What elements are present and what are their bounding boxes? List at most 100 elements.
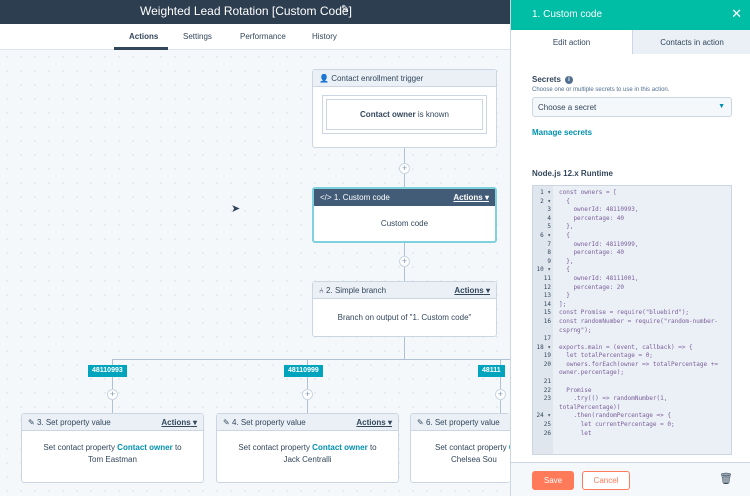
owner-value: Chelsea Sou <box>451 455 497 464</box>
code-line: 2 ▾ { <box>540 197 570 205</box>
pencil-icon[interactable]: ✎ <box>341 4 349 15</box>
add-action-plus-icon[interactable]: + <box>495 389 506 400</box>
owner-value: Jack Centralli <box>283 455 332 464</box>
branch-tag[interactable]: 48110993 <box>88 365 127 377</box>
person-icon: 👤 <box>319 74 329 83</box>
code-line: 25 let currentPercentage = 0; <box>543 421 675 429</box>
set-property-body: Set contact property C Chelsea Sou <box>435 443 510 464</box>
code-line: owner.percentage); <box>559 369 625 377</box>
tab-settings[interactable]: Settings <box>183 32 212 41</box>
cancel-button[interactable]: Cancel <box>582 471 630 490</box>
chevron-down-icon: ▼ <box>718 103 725 110</box>
trigger-title: Contact enrollment trigger <box>331 74 424 83</box>
set-property-node[interactable]: ✎ 6. Set property value Set contact prop… <box>410 413 510 483</box>
set-property-actions-menu[interactable]: Actions ▾ <box>356 418 392 427</box>
set-property-body: Set contact property Contact owner to To… <box>43 443 182 464</box>
code-line: 18 ▾ exports.main = (event, callback) => … <box>536 343 693 351</box>
code-line: 26 let <box>543 429 592 437</box>
code-line: 1 ▾ const owners = [ <box>540 189 617 196</box>
runtime-label: Node.js 12.x Runtime <box>532 169 613 178</box>
mouse-cursor-icon: ➤ <box>231 203 241 215</box>
set-property-node[interactable]: ✎ 3. Set property value Actions ▾ Set co… <box>21 413 204 483</box>
code-line: 19 let totalPercentage = 0; <box>543 352 653 360</box>
simple-branch-node[interactable]: ⑃ 2. Simple branch Actions ▾ Branch on o… <box>312 281 497 337</box>
trash-icon[interactable]: 🗑 <box>719 472 733 485</box>
set-property-title: 3. Set property value <box>36 418 111 427</box>
workflow-header: Weighted Lead Rotation [Custom Code] ✎ <box>0 0 510 24</box>
custom-code-node[interactable]: </> 1. Custom code Actions ▾ Custom code <box>312 187 497 243</box>
workflow-tabs: Actions Settings Performance History <box>0 24 510 50</box>
tab-contacts-in-action[interactable]: Contacts in action <box>632 30 750 54</box>
info-icon[interactable]: i <box>564 76 573 84</box>
code-line: totalPercentage)) <box>559 403 621 411</box>
branch-actions-menu[interactable]: Actions ▾ <box>454 286 490 295</box>
trigger-property: Contact owner <box>360 110 416 119</box>
code-lines: 1 ▾ const owners = [2 ▾ {3 ownerId: 48110… <box>533 186 731 438</box>
code-line: 8 percentage: 40 <box>547 249 625 257</box>
add-action-plus-icon[interactable]: + <box>399 163 410 174</box>
custom-code-actions-menu[interactable]: Actions ▾ <box>453 193 489 202</box>
workflow-canvas[interactable]: + + + + + 👤 Contact enrollment trigger C… <box>0 50 510 496</box>
action-editor-panel: 1. Custom code ✕ Edit action Contacts in… <box>510 0 750 496</box>
custom-code-body: Custom code <box>380 219 429 228</box>
set-property-header: ✎ 4. Set property value Actions ▾ <box>217 414 398 431</box>
code-line: csprng"); <box>559 326 592 334</box>
code-line: 16 const randomNumber = require("random-n… <box>543 317 718 325</box>
code-editor[interactable]: 1 ▾ const owners = [2 ▾ {3 ownerId: 48110… <box>532 185 732 455</box>
set-property-body: Set contact property Contact owner to Ja… <box>238 443 377 464</box>
panel-footer: Save Cancel 🗑 <box>511 462 750 496</box>
panel-tabs: Edit action Contacts in action <box>511 30 750 54</box>
add-action-plus-icon[interactable]: + <box>107 389 118 400</box>
code-line: 9 }, <box>547 257 574 265</box>
set-property-actions-menu[interactable]: Actions ▾ <box>161 418 197 427</box>
set-property-header: ✎ 6. Set property value <box>411 414 510 431</box>
edit-property-icon: ✎ <box>417 418 424 427</box>
branch-connector <box>112 359 510 360</box>
code-line: 14]; <box>543 300 567 308</box>
code-line: 6 ▾ { <box>540 231 570 239</box>
set-property-title: 6. Set property value <box>425 418 500 427</box>
branch-tag[interactable]: 48110999 <box>284 365 323 377</box>
code-line: 13 } <box>543 292 570 300</box>
enrollment-trigger-node[interactable]: 👤 Contact enrollment trigger Contact own… <box>312 69 497 148</box>
panel-title: 1. Custom code <box>532 9 603 20</box>
secrets-help-text: Choose one or multiple secrets to use in… <box>532 87 670 93</box>
set-property-title: 4. Set property value <box>231 418 306 427</box>
code-icon: </> <box>320 193 332 202</box>
branch-tag[interactable]: 48111 <box>478 365 505 377</box>
set-property-node[interactable]: ✎ 4. Set property value Actions ▾ Set co… <box>216 413 399 483</box>
code-line: 15 const Promise = require("bluebird"); <box>543 309 690 317</box>
secrets-select[interactable]: Choose a secret ▼ <box>532 97 732 117</box>
trigger-criteria-box: Contact owner is known <box>322 95 487 134</box>
save-button[interactable]: Save <box>532 471 574 490</box>
add-action-plus-icon[interactable]: + <box>399 256 410 267</box>
custom-code-title: 1. Custom code <box>333 193 390 202</box>
code-line: 7 ownerId: 48110999, <box>547 240 639 248</box>
manage-secrets-link[interactable]: Manage secrets <box>532 128 592 137</box>
tab-performance[interactable]: Performance <box>240 32 286 41</box>
edit-property-icon: ✎ <box>223 418 230 427</box>
edit-property-icon: ✎ <box>28 418 35 427</box>
set-property-header: ✎ 3. Set property value Actions ▾ <box>22 414 203 431</box>
code-line: 24 ▾ .then(randomPercentage => { <box>536 412 671 420</box>
tab-edit-action[interactable]: Edit action <box>511 30 632 54</box>
code-line: 23 .try(() => randomNumber(1, <box>543 395 668 403</box>
code-line: 4 percentage: 40 <box>547 214 625 222</box>
code-line: 5 }, <box>547 223 574 231</box>
workflow-title[interactable]: Weighted Lead Rotation [Custom Code] <box>140 4 352 18</box>
custom-code-header: </> 1. Custom code Actions ▾ <box>314 189 495 206</box>
trigger-condition: is known <box>415 110 449 119</box>
code-line: 3 ownerId: 48110993, <box>547 206 639 214</box>
owner-value: Tom Eastman <box>88 455 137 464</box>
secrets-label: Secrets i <box>532 75 573 84</box>
trigger-header: 👤 Contact enrollment trigger <box>313 70 496 87</box>
branch-body: Branch on output of "1. Custom code" <box>337 313 472 322</box>
panel-header: 1. Custom code ✕ <box>511 0 750 30</box>
tab-actions[interactable]: Actions <box>129 32 158 41</box>
add-action-plus-icon[interactable]: + <box>302 389 313 400</box>
branch-title: 2. Simple branch <box>326 286 387 295</box>
tab-history[interactable]: History <box>312 32 337 41</box>
connector <box>404 337 405 359</box>
code-line: 20 owners.forEach(owner => totalPercenta… <box>543 360 718 368</box>
close-icon[interactable]: ✕ <box>731 6 742 22</box>
